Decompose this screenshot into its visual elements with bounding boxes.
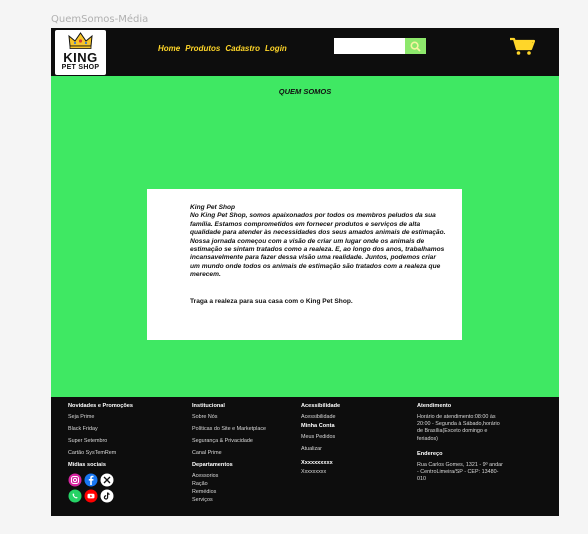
page-title: QUEM SOMOS <box>278 87 332 96</box>
footer-col-atendimento: Atendimento Horário de atendimento:08:00… <box>417 403 503 491</box>
instagram-icon[interactable] <box>68 473 82 487</box>
footer-link[interactable]: Seja Prime <box>68 414 133 420</box>
about-paragraph-1: No King Pet Shop, somos apaixonados por … <box>190 212 446 237</box>
footer-col-acessibilidade: Acessibilidade Acessibilidade Minha Cont… <box>301 403 340 481</box>
footer-heading: Atendimento <box>417 403 452 409</box>
nav-login-link[interactable]: Login <box>265 44 287 53</box>
nav-produtos-link[interactable]: Produtos <box>185 44 220 53</box>
footer-col-novidades: Novidades e Promoções Seja Prime Black F… <box>68 403 133 505</box>
footer-heading: Minha Conta <box>301 423 335 429</box>
footer-heading: Xxxxxxxxxx <box>301 460 333 466</box>
about-heading: King Pet Shop <box>190 204 236 211</box>
logo[interactable]: KING PET SHOP <box>55 30 106 75</box>
social-row-1 <box>68 473 133 487</box>
footer-col-institucional: Institucional Sobre Nós Políticas do Sit… <box>192 403 266 505</box>
footer-link[interactable]: Meus Pedidos <box>301 434 340 440</box>
footer-heading: Acessibilidade <box>301 403 341 409</box>
footer-link[interactable]: Sobre Nós <box>192 414 266 420</box>
header: KING PET SHOP Home Produtos Cadastro Log… <box>51 28 559 76</box>
about-text: King Pet Shop No King Pet Shop, somos ap… <box>190 204 446 280</box>
nav-home-link[interactable]: Home <box>158 44 180 53</box>
footer-link[interactable]: Atualizar <box>301 446 340 452</box>
footer: Novidades e Promoções Seja Prime Black F… <box>51 397 559 516</box>
footer-heading: Mídias sociais <box>68 462 106 468</box>
facebook-icon[interactable] <box>84 473 98 487</box>
x-icon[interactable] <box>100 473 114 487</box>
nav-cadastro-link[interactable]: Cadastro <box>225 44 260 53</box>
search-input[interactable] <box>334 38 405 54</box>
youtube-icon[interactable] <box>84 489 98 503</box>
search-icon <box>410 40 421 52</box>
footer-link[interactable]: Ração <box>192 481 266 487</box>
about-cta: Traga a realeza para sua casa com o King… <box>190 298 353 305</box>
service-hours: Horário de atendimento:08:00 às 20:00 - … <box>417 414 500 442</box>
footer-link[interactable]: Remédios <box>192 489 266 495</box>
footer-link[interactable]: Segurança & Privacidade <box>192 438 266 444</box>
frame-label: QuemSomos-Média <box>51 14 149 25</box>
whatsapp-icon[interactable] <box>68 489 82 503</box>
address: Rua Carlos Gomes, 1321 - 9º andar - Cent… <box>417 461 503 483</box>
footer-link[interactable]: Xxxxxxxxx <box>301 469 340 475</box>
footer-link[interactable]: Cartão SysTemRem <box>68 450 133 456</box>
footer-heading: Institucional <box>192 403 225 409</box>
footer-link[interactable]: Acessorios <box>192 473 266 479</box>
footer-link[interactable]: Canal Prime <box>192 450 266 456</box>
cart-icon <box>510 37 536 55</box>
search-button[interactable] <box>405 38 426 54</box>
main-nav: Home Produtos Cadastro Login <box>158 44 287 53</box>
footer-heading: Departamentos <box>192 462 233 468</box>
footer-link[interactable]: Acessibilidade <box>301 414 340 420</box>
crown-icon <box>68 32 93 49</box>
about-card: King Pet Shop No King Pet Shop, somos ap… <box>147 189 462 340</box>
page: KING PET SHOP Home Produtos Cadastro Log… <box>51 28 559 516</box>
logo-subtitle: PET SHOP <box>61 64 100 71</box>
logo-name: KING <box>63 50 98 65</box>
about-paragraph-2: Nossa jornada começou com a visão de cri… <box>190 237 445 279</box>
footer-heading: Novidades e Promoções <box>68 403 133 409</box>
cart-button[interactable] <box>509 37 536 61</box>
social-row-2 <box>68 489 133 503</box>
footer-link[interactable]: Black Friday <box>68 426 133 432</box>
search-bar <box>334 38 426 54</box>
footer-link[interactable]: Serviços <box>192 497 266 503</box>
footer-link[interactable]: Super Setembro <box>68 438 133 444</box>
footer-heading: Endereço <box>417 450 443 457</box>
tiktok-icon[interactable] <box>100 489 114 503</box>
footer-link[interactable]: Políticas do Site e Marketplace <box>192 426 266 432</box>
